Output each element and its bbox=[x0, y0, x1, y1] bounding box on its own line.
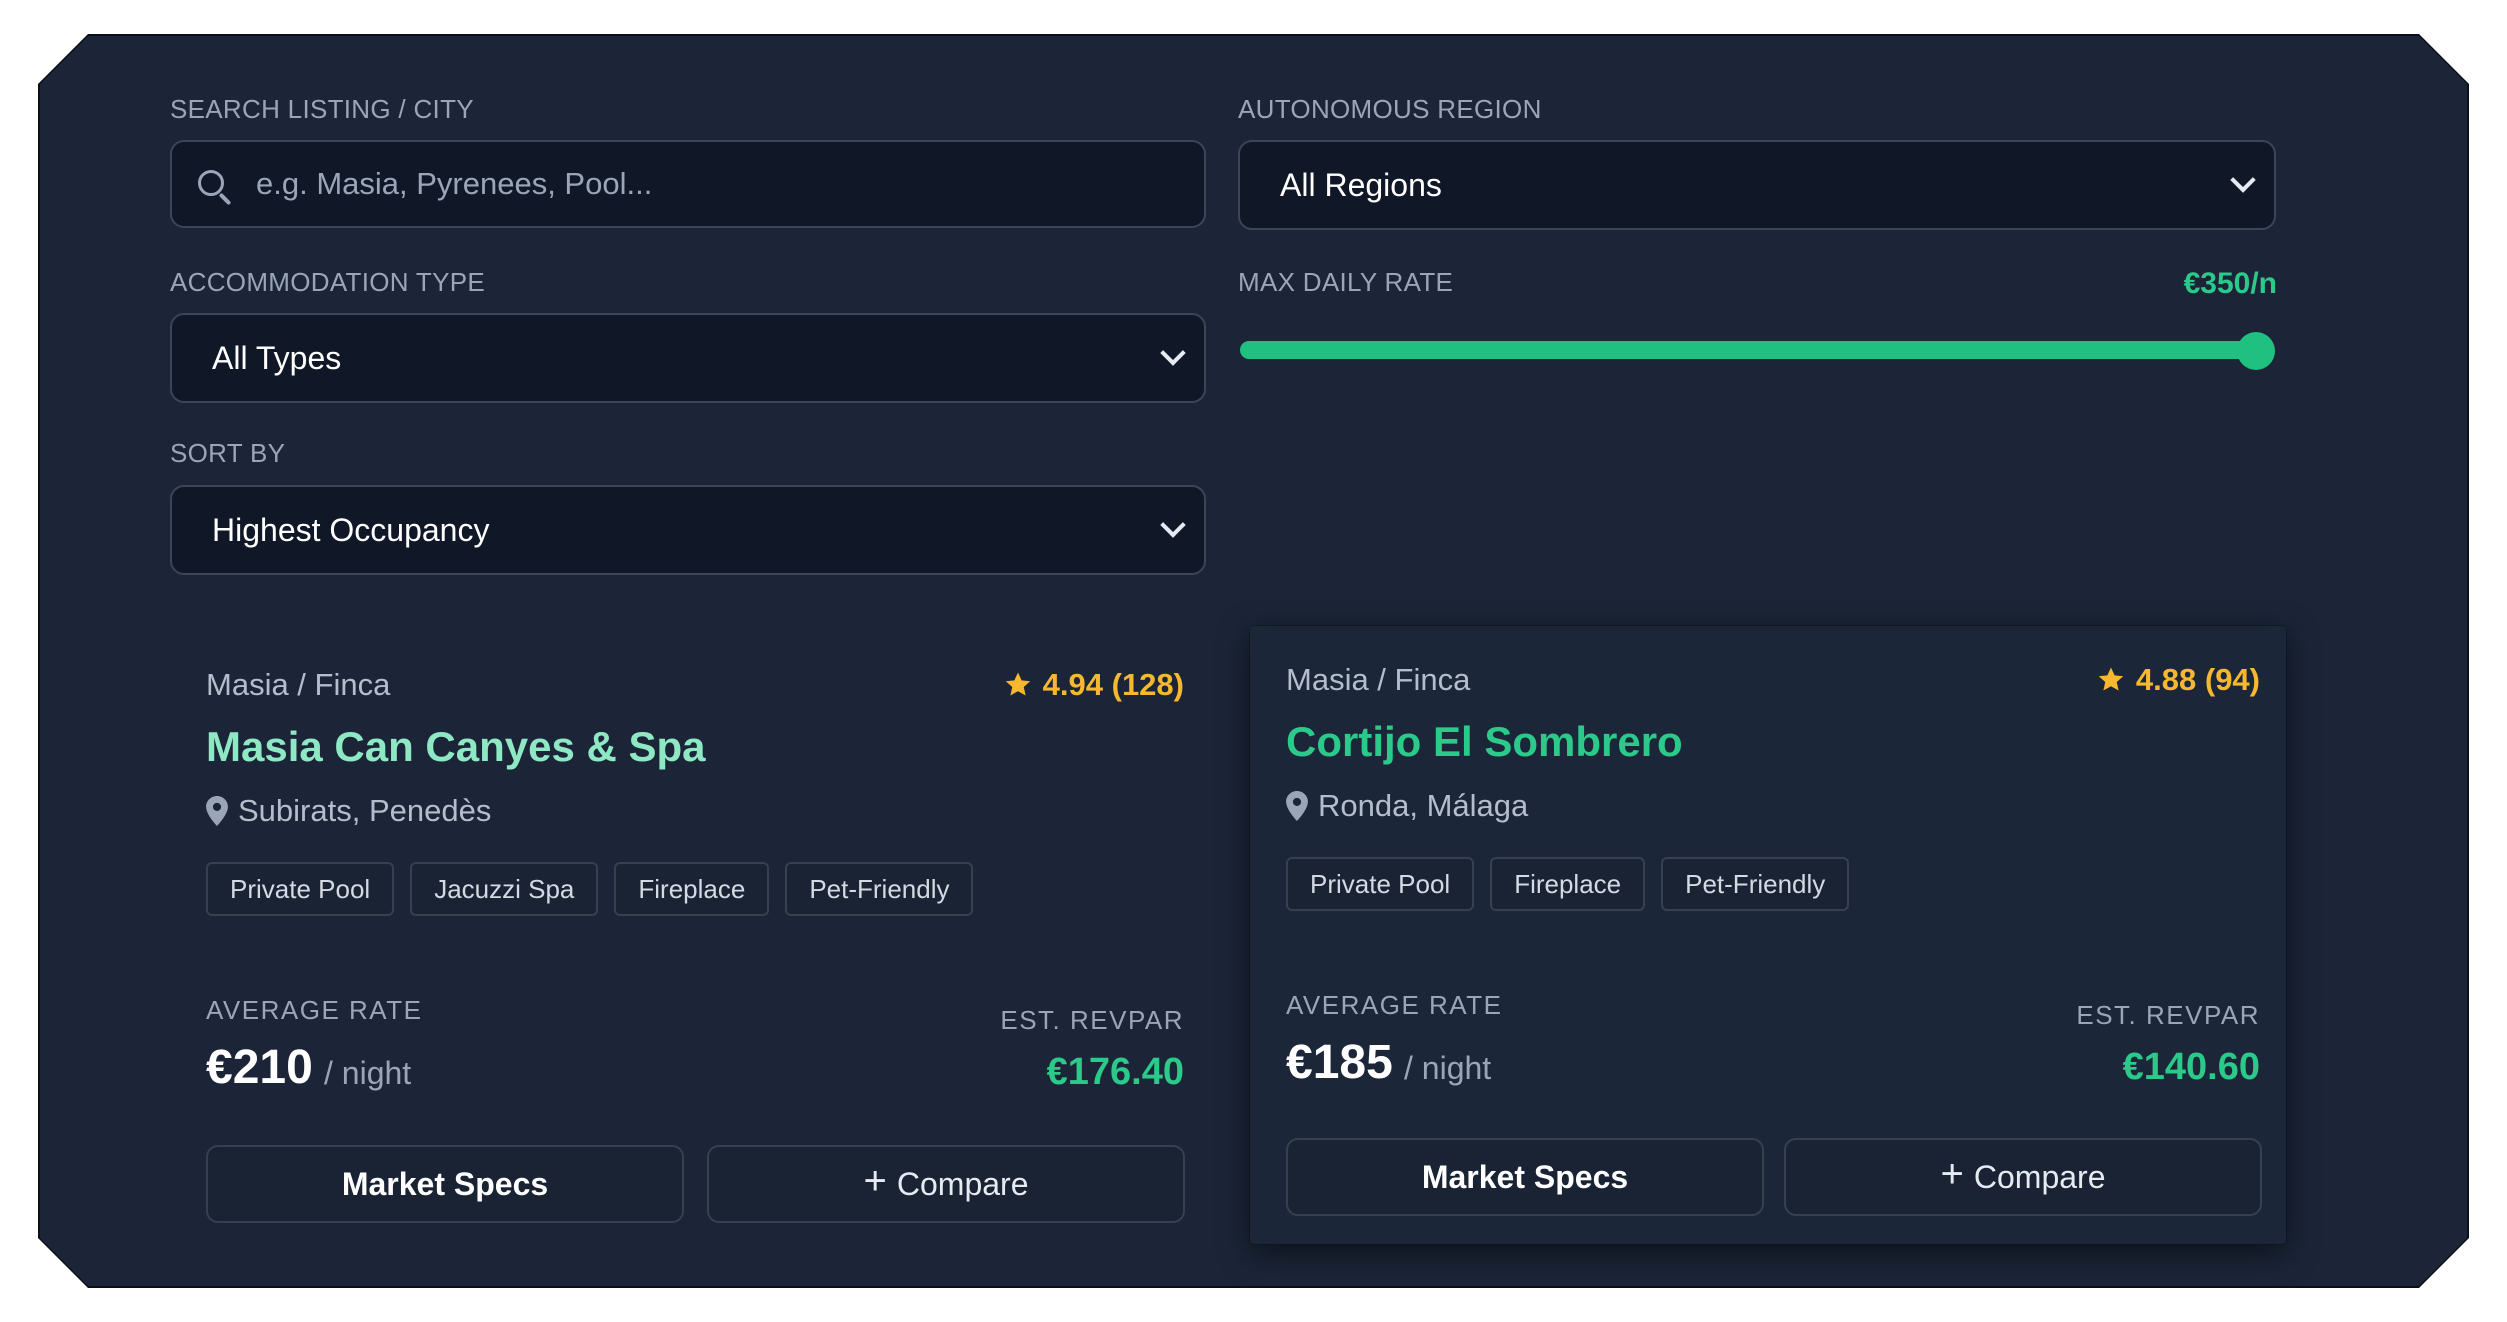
amenity-tags: Private Pool Fireplace Pet-Friendly bbox=[1286, 857, 1850, 911]
average-rate-label: AVERAGE RATE bbox=[206, 995, 423, 1025]
sort-value: Highest Occupancy bbox=[212, 511, 490, 548]
listing-title[interactable]: Masia Can Canyes & Spa bbox=[206, 723, 706, 771]
amenity-tag: Private Pool bbox=[206, 862, 395, 916]
location-text: Ronda, Málaga bbox=[1318, 788, 1529, 823]
average-rate-label: AVERAGE RATE bbox=[1286, 990, 1503, 1020]
listing-card: Masia / Finca 4.94 (128) Masia Can Canye… bbox=[180, 635, 1210, 1255]
average-rate-value: €185 bbox=[1286, 1036, 1393, 1089]
chevron-down-icon bbox=[1160, 340, 1186, 366]
type-label: ACCOMMODATION TYPE bbox=[170, 267, 486, 297]
rating-text: 4.88 (94) bbox=[2135, 662, 2260, 697]
market-specs-button[interactable]: Market Specs bbox=[206, 1145, 684, 1223]
market-specs-label: Market Specs bbox=[341, 1165, 549, 1202]
amenity-tag: Fireplace bbox=[614, 862, 770, 916]
plus-icon: + bbox=[1940, 1152, 1964, 1196]
search-label: SEARCH LISTING / CITY bbox=[170, 94, 474, 124]
amenity-tags: Private Pool Jacuzzi Spa Fireplace Pet-F… bbox=[206, 862, 974, 916]
revpar-label: EST. REVPAR bbox=[2076, 1000, 2260, 1030]
revpar-value: €176.40 bbox=[1046, 1051, 1184, 1093]
listing-location: Ronda, Málaga bbox=[1286, 788, 1528, 824]
star-icon bbox=[2098, 667, 2124, 691]
per-night-label: / night bbox=[324, 1055, 412, 1091]
compare-button[interactable]: + Compare bbox=[1784, 1138, 2262, 1216]
type-select[interactable]: All Types bbox=[170, 313, 1206, 403]
type-value: All Types bbox=[212, 339, 342, 376]
search-input[interactable]: e.g. Masia, Pyrenees, Pool... bbox=[170, 140, 1206, 228]
rate-slider-thumb[interactable] bbox=[2237, 332, 2275, 370]
chevron-down-icon bbox=[2230, 167, 2256, 193]
map-pin-icon bbox=[206, 796, 228, 826]
listing-rating: 4.88 (94) bbox=[2096, 662, 2260, 698]
sort-select[interactable]: Highest Occupancy bbox=[170, 485, 1206, 575]
rate-slider-track[interactable] bbox=[1240, 341, 2258, 359]
listing-type: Masia / Finca bbox=[1286, 662, 1471, 697]
compare-button[interactable]: + Compare bbox=[707, 1145, 1185, 1223]
sort-label: SORT BY bbox=[170, 438, 286, 468]
revpar-label: EST. REVPAR bbox=[1000, 1005, 1184, 1035]
average-rate-value: €210 bbox=[206, 1041, 313, 1094]
amenity-tag: Jacuzzi Spa bbox=[410, 862, 599, 916]
listing-rating: 4.94 (128) bbox=[1003, 667, 1184, 703]
region-label: AUTONOMOUS REGION bbox=[1238, 94, 1542, 124]
market-specs-label: Market Specs bbox=[1421, 1158, 1629, 1195]
plus-icon: + bbox=[863, 1159, 887, 1203]
region-select[interactable]: All Regions bbox=[1238, 140, 2276, 230]
per-night-label: / night bbox=[1404, 1050, 1492, 1086]
amenity-tag: Fireplace bbox=[1490, 857, 1646, 911]
rating-text: 4.94 (128) bbox=[1042, 667, 1184, 702]
amenity-tag: Pet-Friendly bbox=[1661, 857, 1850, 911]
compare-label: Compare bbox=[896, 1165, 1029, 1202]
compare-label: Compare bbox=[1973, 1158, 2106, 1195]
chevron-down-icon bbox=[1160, 512, 1186, 538]
map-pin-icon bbox=[1286, 791, 1308, 821]
star-icon bbox=[1005, 672, 1030, 696]
amenity-tag: Private Pool bbox=[1286, 857, 1475, 911]
rate-value: €350/n bbox=[2183, 267, 2277, 300]
listing-title[interactable]: Cortijo El Sombrero bbox=[1286, 718, 1683, 766]
revpar-value: €140.60 bbox=[2122, 1046, 2260, 1088]
market-specs-button[interactable]: Market Specs bbox=[1286, 1138, 1764, 1216]
search-icon bbox=[198, 170, 224, 196]
listing-location: Subirats, Penedès bbox=[206, 793, 491, 829]
search-placeholder: e.g. Masia, Pyrenees, Pool... bbox=[256, 166, 653, 201]
rate-label: MAX DAILY RATE bbox=[1238, 267, 1454, 297]
amenity-tag: Pet-Friendly bbox=[785, 862, 974, 916]
location-text: Subirats, Penedès bbox=[238, 793, 492, 828]
region-value: All Regions bbox=[1280, 166, 1442, 203]
listing-card: Masia / Finca 4.88 (94) Cortijo El Sombr… bbox=[1250, 626, 2286, 1244]
listing-type: Masia / Finca bbox=[206, 667, 391, 702]
